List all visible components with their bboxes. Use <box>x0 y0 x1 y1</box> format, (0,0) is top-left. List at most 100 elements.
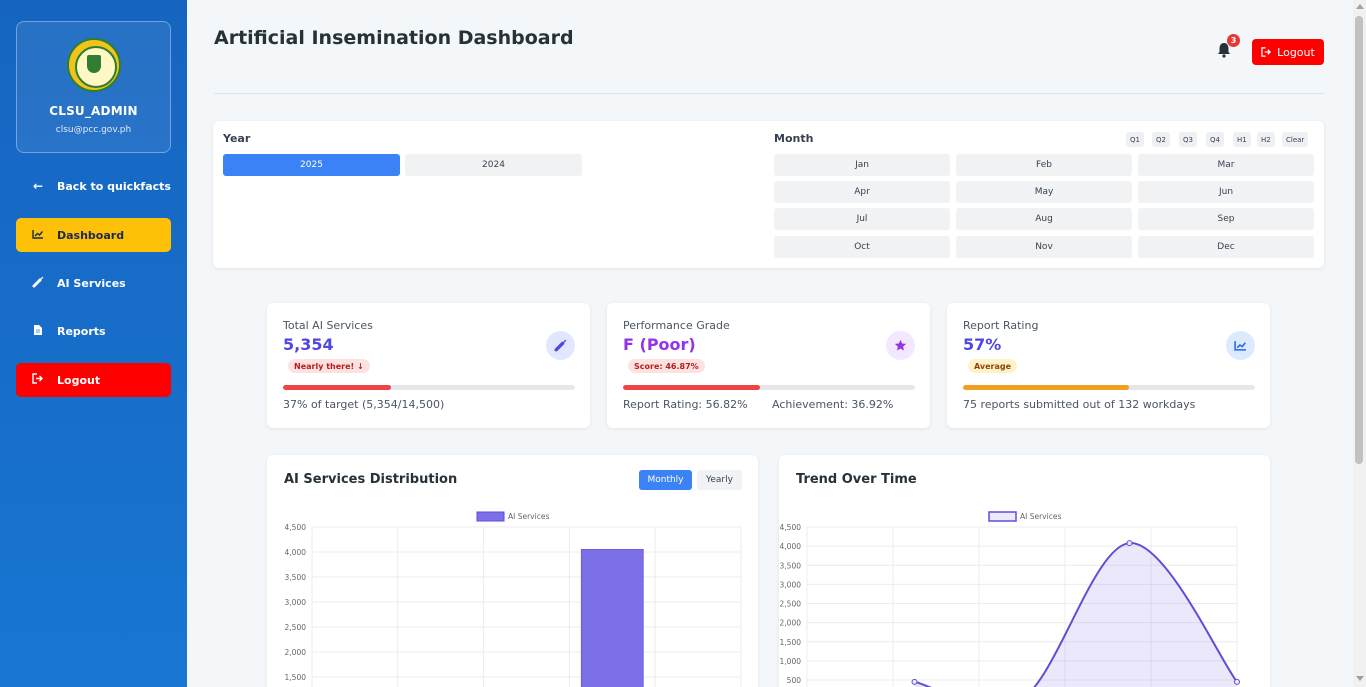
month-button-feb[interactable]: Feb <box>956 154 1132 176</box>
kpi-footer-report-rating: Report Rating: 56.82% <box>623 398 748 411</box>
scrollbar-thumb[interactable] <box>1355 16 1363 464</box>
kpi-value: 5,354 <box>283 335 334 354</box>
month-button-jun[interactable]: Jun <box>1138 181 1314 203</box>
panel-trend-over-time: Trend Over Time 500 1,000 1,500 2,000 2,500 3… <box>779 455 1270 687</box>
sidebar-item-back-to-quickfacts[interactable]: ← Back to quickfacts <box>16 169 171 203</box>
y-tick-label: 4,500 <box>285 523 307 532</box>
y-tick-label: 1,000 <box>780 657 802 666</box>
university-seal-logo <box>67 38 121 92</box>
kpi-progress-fill <box>283 385 392 390</box>
data-point <box>1126 540 1133 547</box>
quick-filter-q1[interactable]: Q1 <box>1126 132 1144 147</box>
month-label: Month <box>774 132 814 145</box>
y-tick-label: 1,500 <box>285 673 307 682</box>
sidebar-item-label: AI Services <box>57 276 126 290</box>
sidebar-item-dashboard[interactable]: Dashboard <box>16 218 171 252</box>
y-tick-label: 2,500 <box>780 600 802 609</box>
month-button-jul[interactable]: Jul <box>774 208 950 230</box>
quick-filter-q3[interactable]: Q3 <box>1179 132 1197 147</box>
y-tick-label: 500 <box>787 676 802 685</box>
sidebar: CLSU_ADMIN clsu@pcc.gov.ph ← Back to qui… <box>0 0 187 687</box>
kpi-value: 57% <box>963 335 1002 354</box>
syringe-icon <box>546 331 575 360</box>
sidebar-item-label: Reports <box>57 324 106 338</box>
panel-ai-services-distribution: AI Services Distribution Monthly Yearly … <box>267 455 758 687</box>
sidebar-logout-button[interactable]: Logout <box>16 363 171 397</box>
chart-line-icon <box>31 228 45 242</box>
y-tick-label: 4,000 <box>780 542 802 551</box>
line-chart: 500 1,000 1,500 2,000 2,500 3,000 3,500 4,000 4,… <box>780 511 1240 687</box>
month-button-apr[interactable]: Apr <box>774 181 950 203</box>
month-button-mar[interactable]: Mar <box>1138 154 1314 176</box>
username: CLSU_ADMIN <box>49 104 138 118</box>
kpi-title: Performance Grade <box>623 319 730 332</box>
header-divider <box>214 93 1324 94</box>
chart-line-icon <box>1226 331 1255 360</box>
data-point <box>1234 678 1240 685</box>
kpi-badge: Average <box>968 359 1018 373</box>
header-logout-button[interactable]: Logout <box>1252 39 1324 65</box>
kpi-progress-bar <box>623 385 915 390</box>
kpi-progress-bar <box>963 385 1255 390</box>
month-button-aug[interactable]: Aug <box>956 208 1132 230</box>
sidebar-item-ai-services[interactable]: AI Services <box>16 266 171 300</box>
legend-label: AI Services <box>1020 512 1061 521</box>
legend-swatch <box>988 511 1017 522</box>
kpi-footer-achievement: Achievement: 36.92% <box>772 398 894 411</box>
file-icon <box>31 324 45 339</box>
month-button-oct[interactable]: Oct <box>774 236 950 258</box>
kpi-footer: 37% of target (5,354/14,500) <box>283 398 445 411</box>
kpi-badge: Nearly there! ↓ <box>288 359 370 373</box>
kpi-progress-fill <box>963 385 1130 390</box>
kpi-card-total-ai-services: Total AI Services 5,354 Nearly there! ↓ … <box>267 303 590 428</box>
logout-icon <box>31 373 45 387</box>
y-tick-label: 1,500 <box>780 638 802 647</box>
y-tick-label: 3,000 <box>285 598 307 607</box>
logout-icon <box>1261 47 1272 57</box>
notification-badge: 3 <box>1227 34 1240 47</box>
legend-swatch <box>476 511 505 522</box>
year-button-2025[interactable]: 2025 <box>223 154 400 176</box>
quick-filter-q2[interactable]: Q2 <box>1152 132 1170 147</box>
star-icon <box>886 331 915 360</box>
y-tick-label: 3,000 <box>780 580 802 589</box>
user-email: clsu@pcc.gov.ph <box>55 125 132 135</box>
month-button-jan[interactable]: Jan <box>774 154 950 176</box>
y-tick-label: 3,500 <box>285 573 307 582</box>
scroll-up-arrow-icon[interactable] <box>1356 4 1364 9</box>
bar-chart: 1,500 2,000 2,500 3,000 3,500 4,000 4,500 AI Se… <box>285 511 742 687</box>
profile-card: CLSU_ADMIN clsu@pcc.gov.ph <box>16 21 171 153</box>
quick-filter-clear[interactable]: Clear <box>1282 132 1309 147</box>
sidebar-item-label: Logout <box>57 373 101 387</box>
legend-label: AI Services <box>508 512 549 521</box>
month-button-dec[interactable]: Dec <box>1138 236 1314 258</box>
month-button-nov[interactable]: Nov <box>956 236 1132 258</box>
kpi-title: Total AI Services <box>283 319 373 332</box>
y-tick-label: 2,000 <box>285 648 307 657</box>
kpi-badge: Score: 46.87% <box>628 359 705 373</box>
year-button-2024[interactable]: 2024 <box>405 154 582 176</box>
kpi-footer: 75 reports submitted out of 132 workdays <box>963 398 1196 411</box>
quick-filter-h2[interactable]: H2 <box>1257 132 1275 147</box>
quick-filter-q4[interactable]: Q4 <box>1206 132 1224 147</box>
month-button-may[interactable]: May <box>956 181 1132 203</box>
arrow-left-icon: ← <box>32 179 44 193</box>
filter-panel: Year 2025 2024 Month Q1 Q2 Q3 Q4 H1 H2 C… <box>213 121 1324 268</box>
kpi-progress-bar <box>283 385 575 390</box>
month-button-sep[interactable]: Sep <box>1138 208 1314 230</box>
sidebar-item-label: Back to quickfacts <box>57 179 171 193</box>
kpi-value: F (Poor) <box>623 335 696 354</box>
data-point <box>911 678 918 685</box>
quick-filter-h1[interactable]: H1 <box>1233 132 1251 147</box>
kpi-card-report-rating: Report Rating 57% Average 75 reports sub… <box>947 303 1270 428</box>
page-title: Artificial Insemination Dashboard <box>214 27 574 49</box>
scroll-down-arrow-icon[interactable] <box>1356 676 1364 681</box>
header-logout-label: Logout <box>1277 45 1315 59</box>
y-tick-label: 3,500 <box>780 561 802 570</box>
sidebar-item-reports[interactable]: Reports <box>16 314 171 348</box>
sidebar-item-label: Dashboard <box>57 228 125 242</box>
bar <box>580 549 644 687</box>
year-label: Year <box>223 132 251 145</box>
y-tick-label: 4,000 <box>285 548 307 557</box>
syringe-icon <box>31 276 45 291</box>
